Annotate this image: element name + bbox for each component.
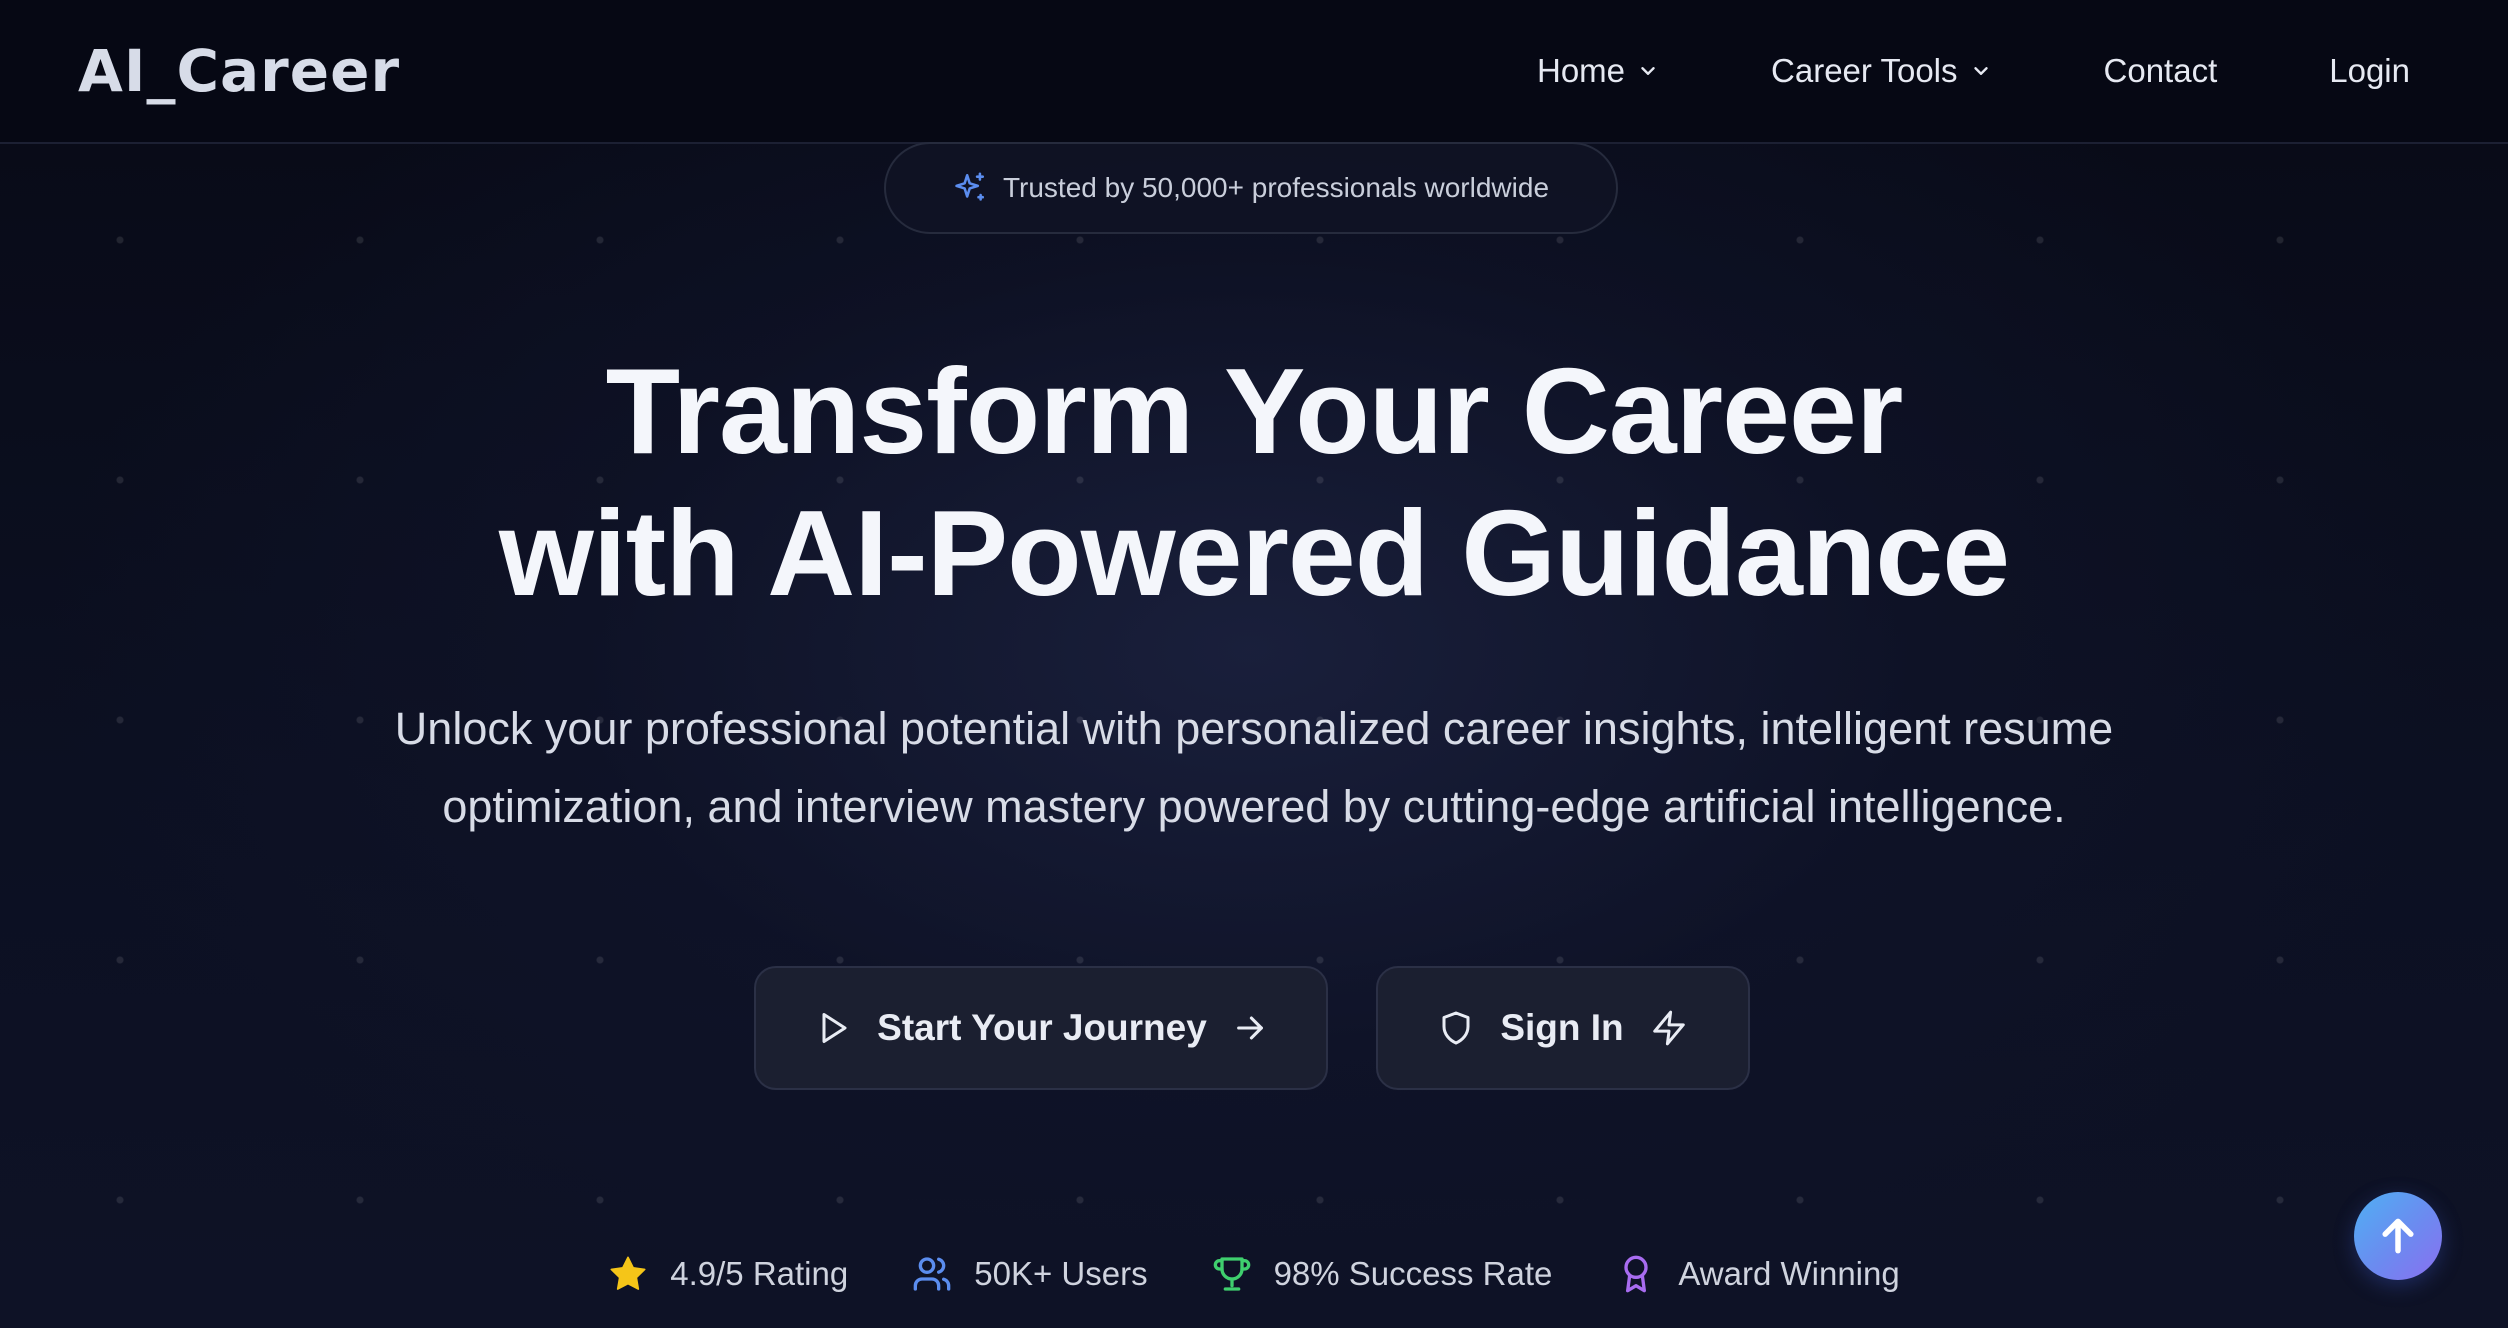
stat-success-rate: 98% Success Rate	[1212, 1254, 1553, 1294]
nav-item-label: Career Tools	[1771, 52, 1958, 89]
sparkle-icon	[955, 172, 984, 201]
hero-headline-line-2: with AI-Powered Guidance	[498, 485, 2010, 621]
start-journey-button[interactable]: Start Your Journey	[754, 966, 1328, 1090]
shield-icon	[1442, 1011, 1470, 1045]
play-icon	[822, 1013, 847, 1043]
nav-item-contact[interactable]: Contact	[2104, 52, 2218, 90]
trust-badge: Trusted by 50,000+ professionals worldwi…	[884, 142, 1618, 234]
nav-links: Home Career Tools Contact Login	[1537, 52, 2410, 90]
chevron-down-icon	[1973, 67, 1988, 75]
sign-in-label: Sign In	[1500, 1007, 1624, 1048]
hero-subtitle-line-1: Unlock your professional potential with …	[394, 703, 2114, 754]
hero-headline: Transform Your Career with AI-Powered Gu…	[0, 340, 2508, 624]
navbar: AI_Career Home Career Tools Contact Logi…	[0, 0, 2508, 144]
hero-subtitle-line-2: optimization, and interview mastery powe…	[442, 781, 2066, 832]
stat-label: 4.9/5 Rating	[670, 1255, 849, 1292]
nav-item-label: Login	[2329, 52, 2410, 89]
nav-item-home[interactable]: Home	[1537, 52, 1659, 90]
hero-subtitle: Unlock your professional potential with …	[0, 690, 2508, 846]
start-journey-label: Start Your Journey	[877, 1007, 1207, 1048]
users-icon	[913, 1257, 951, 1291]
stats-row: 4.9/5 Rating 50K+ Users 98% Success Rate…	[0, 1248, 2508, 1300]
nav-item-career-tools[interactable]: Career Tools	[1771, 52, 1991, 90]
stat-award: Award Winning	[1616, 1254, 1900, 1294]
nav-item-label: Contact	[2103, 52, 2218, 89]
landing-page: AI_Career Home Career Tools Contact Logi…	[0, 0, 2508, 1328]
nav-item-label: Home	[1537, 52, 1626, 89]
arrow-right-icon	[1236, 1016, 1263, 1040]
hero-headline-line-1: Transform Your Career	[605, 343, 1904, 479]
stat-label: 98% Success Rate	[1273, 1255, 1553, 1292]
sign-in-button[interactable]: Sign In	[1376, 966, 1750, 1090]
chevron-down-icon	[1641, 67, 1655, 75]
award-icon	[1624, 1255, 1649, 1293]
nav-item-login[interactable]: Login	[2329, 52, 2410, 90]
stat-users: 50K+ Users	[912, 1254, 1148, 1294]
lightning-icon	[1652, 1010, 1685, 1046]
trophy-icon	[1213, 1257, 1250, 1291]
arrow-up-icon	[2382, 1218, 2414, 1254]
logo[interactable]: AI_Career	[78, 37, 400, 105]
stat-label: 50K+ Users	[974, 1255, 1148, 1292]
trust-badge-text: Trusted by 50,000+ professionals worldwi…	[1002, 172, 1550, 203]
stat-label: Award Winning	[1678, 1255, 1900, 1292]
stat-rating: 4.9/5 Rating	[608, 1254, 848, 1294]
scroll-to-top-button[interactable]	[2354, 1192, 2442, 1280]
star-icon	[610, 1256, 646, 1290]
